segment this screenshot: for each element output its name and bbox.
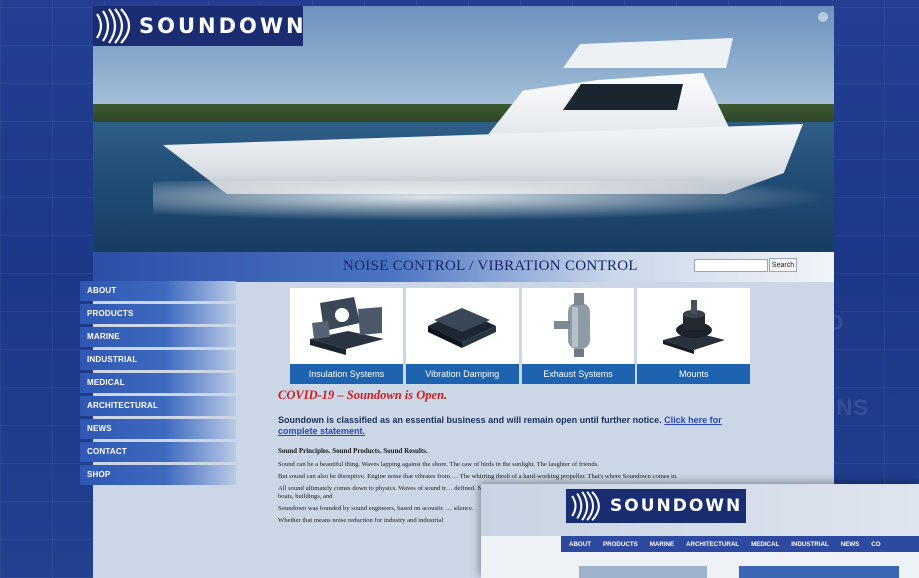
preview-logo: SOUNDOWN [566, 489, 746, 523]
preview-nav-item: MARINE [649, 540, 675, 548]
boat-wake [153, 181, 833, 221]
page-tagline: NOISE CONTROL / VIBRATION CONTROL [343, 258, 638, 274]
preview-nav: ABOUT PRODUCTS MARINE ARCHITECTURAL MEDI… [561, 536, 919, 552]
search-input[interactable] [694, 259, 768, 272]
preview-nav-item: NEWS [840, 540, 860, 548]
exhaust-silencer-icon [522, 288, 635, 364]
nav-item-contact[interactable]: CONTACT [80, 442, 236, 462]
slideshow-indicator-icon[interactable] [818, 12, 828, 22]
site-logo[interactable]: SOUNDOWN [93, 6, 304, 46]
preview-content-strip [739, 566, 899, 578]
sound-rings-icon [93, 6, 139, 46]
damping-sheet-icon [406, 288, 519, 364]
nav-item-news[interactable]: NEWS [80, 419, 236, 439]
tile-exhaust-systems[interactable]: Exhaust Systems [521, 288, 635, 384]
essential-business-notice: Soundown is classified as an essential b… [278, 415, 758, 437]
tile-mounts[interactable]: Mounts [637, 288, 751, 384]
logo-wordmark: SOUNDOWN [139, 14, 307, 38]
overlay-preview-screenshot: SOUNDOWN ABOUT PRODUCTS MARINE ARCHITECT… [481, 484, 919, 578]
content-subheading: Sound Principles. Sound Products. Sound … [278, 447, 428, 455]
main-nav: ABOUT PRODUCTS MARINE INDUSTRIAL MEDICAL… [80, 281, 236, 488]
preview-nav-item: INDUSTRIAL [791, 540, 829, 548]
hero-banner: SOUNDOWN [93, 6, 834, 252]
preview-content-strip [579, 566, 707, 578]
tile-caption: Insulation Systems [290, 364, 403, 384]
product-tiles: Insulation Systems Vibration Damping Exh… [290, 288, 751, 384]
preview-nav-item: PRODUCTS [603, 540, 638, 548]
engine-mount-icon [637, 288, 750, 364]
preview-nav-item: ARCHITECTURAL [686, 540, 740, 548]
tile-vibration-damping[interactable]: Vibration Damping [405, 288, 519, 384]
tile-caption: Exhaust Systems [521, 364, 635, 384]
nav-item-industrial[interactable]: INDUSTRIAL [80, 350, 236, 370]
preview-nav-item: CO [871, 540, 881, 548]
content-paragraph: Sound can be a beautiful thing. Waves la… [278, 461, 599, 468]
nav-item-marine[interactable]: MARINE [80, 327, 236, 347]
nav-item-shop[interactable]: SHOP [80, 465, 236, 485]
nav-item-architectural[interactable]: ARCHITECTURAL [80, 396, 236, 416]
tagline-bar: NOISE CONTROL / VIBRATION CONTROL Search [93, 252, 834, 282]
sound-rings-icon [566, 489, 610, 523]
nav-item-about[interactable]: ABOUT [80, 281, 236, 301]
notice-text: Soundown is classified as an essential b… [278, 415, 665, 425]
preview-logo-wordmark: SOUNDOWN [610, 496, 743, 516]
covid-heading: COVID-19 – Soundown is Open. [278, 388, 448, 402]
tile-caption: Vibration Damping [405, 364, 519, 384]
preview-nav-item: MEDICAL [751, 540, 780, 548]
insulation-panels-icon [290, 288, 403, 364]
nav-item-products[interactable]: PRODUCTS [80, 304, 236, 324]
content-paragraph: But sound can also be disruptive. Engine… [278, 473, 678, 480]
search-button[interactable]: Search [769, 258, 797, 272]
tile-insulation-systems[interactable]: Insulation Systems [290, 288, 403, 384]
preview-nav-item: ABOUT [569, 540, 591, 548]
tile-caption: Mounts [637, 364, 751, 384]
nav-item-medical[interactable]: MEDICAL [80, 373, 236, 393]
boat-window [563, 84, 683, 110]
